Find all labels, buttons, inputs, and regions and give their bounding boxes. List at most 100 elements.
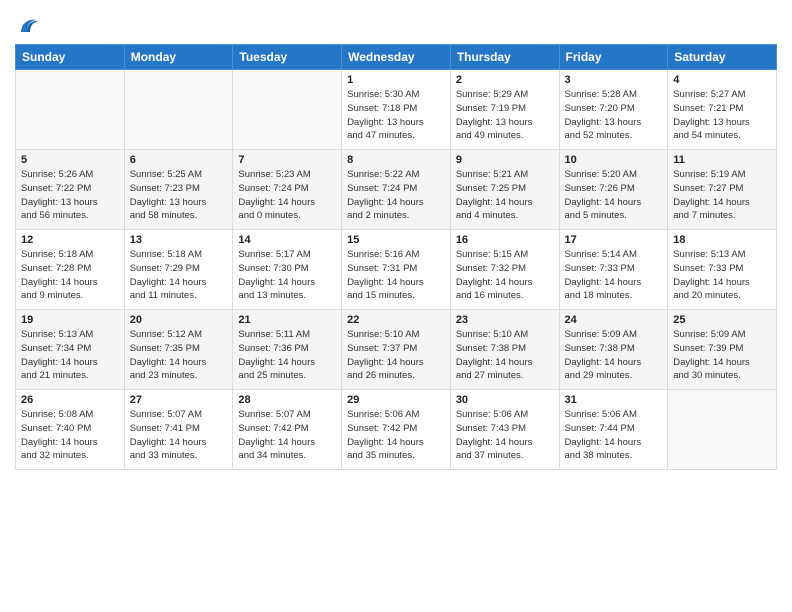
- logo: [15, 14, 39, 36]
- weekday-header-thursday: Thursday: [450, 45, 559, 70]
- day-info: Sunrise: 5:25 AM Sunset: 7:23 PM Dayligh…: [130, 168, 228, 223]
- calendar-cell: [124, 70, 233, 150]
- day-info: Sunrise: 5:26 AM Sunset: 7:22 PM Dayligh…: [21, 168, 119, 223]
- day-number: 17: [565, 234, 663, 246]
- day-info: Sunrise: 5:20 AM Sunset: 7:26 PM Dayligh…: [565, 168, 663, 223]
- day-info: Sunrise: 5:15 AM Sunset: 7:32 PM Dayligh…: [456, 248, 554, 303]
- calendar-week-4: 19 Sunrise: 5:13 AM Sunset: 7:34 PM Dayli…: [16, 310, 777, 390]
- day-info: Sunrise: 5:07 AM Sunset: 7:41 PM Dayligh…: [130, 408, 228, 463]
- weekday-header-sunday: Sunday: [16, 45, 125, 70]
- day-number: 15: [347, 234, 445, 246]
- day-info: Sunrise: 5:13 AM Sunset: 7:34 PM Dayligh…: [21, 328, 119, 383]
- calendar-week-1: 1Sunrise: 5:30 AM Sunset: 7:18 PM Daylig…: [16, 70, 777, 150]
- day-info: Sunrise: 5:18 AM Sunset: 7:29 PM Dayligh…: [130, 248, 228, 303]
- day-number: 27: [130, 394, 228, 406]
- page-header: [15, 10, 777, 36]
- day-number: 8: [347, 154, 445, 166]
- day-number: 22: [347, 314, 445, 326]
- calendar-cell: [668, 390, 777, 470]
- calendar-week-5: 26Sunrise: 5:08 AM Sunset: 7:40 PM Dayli…: [16, 390, 777, 470]
- calendar-header: SundayMondayTuesdayWednesdayThursdayFrid…: [16, 45, 777, 70]
- weekday-header-friday: Friday: [559, 45, 668, 70]
- calendar-cell: 29Sunrise: 5:06 AM Sunset: 7:42 PM Dayli…: [342, 390, 451, 470]
- day-info: Sunrise: 5:19 AM Sunset: 7:27 PM Dayligh…: [673, 168, 771, 223]
- day-info: Sunrise: 5:13 AM Sunset: 7:33 PM Dayligh…: [673, 248, 771, 303]
- day-number: 10: [565, 154, 663, 166]
- day-info: Sunrise: 5:09 AM Sunset: 7:39 PM Dayligh…: [673, 328, 771, 383]
- calendar-week-2: 5 Sunrise: 5:26 AM Sunset: 7:22 PM Daylig…: [16, 150, 777, 230]
- calendar-cell: 27 Sunrise: 5:07 AM Sunset: 7:41 PM Dayli…: [124, 390, 233, 470]
- day-number: 12: [21, 234, 119, 246]
- day-number: 13: [130, 234, 228, 246]
- day-number: 6: [130, 154, 228, 166]
- calendar-cell: 16 Sunrise: 5:15 AM Sunset: 7:32 PM Dayli…: [450, 230, 559, 310]
- calendar-cell: 8 Sunrise: 5:22 AM Sunset: 7:24 PM Daylig…: [342, 150, 451, 230]
- day-number: 16: [456, 234, 554, 246]
- day-number: 7: [238, 154, 336, 166]
- weekday-header-monday: Monday: [124, 45, 233, 70]
- day-info: Sunrise: 5:30 AM Sunset: 7:18 PM Dayligh…: [347, 88, 445, 143]
- calendar-cell: 11 Sunrise: 5:19 AM Sunset: 7:27 PM Dayli…: [668, 150, 777, 230]
- day-number: 9: [456, 154, 554, 166]
- day-info: Sunrise: 5:22 AM Sunset: 7:24 PM Dayligh…: [347, 168, 445, 223]
- day-info: Sunrise: 5:09 AM Sunset: 7:38 PM Dayligh…: [565, 328, 663, 383]
- day-info: Sunrise: 5:23 AM Sunset: 7:24 PM Dayligh…: [238, 168, 336, 223]
- weekday-header-tuesday: Tuesday: [233, 45, 342, 70]
- day-info: Sunrise: 5:10 AM Sunset: 7:37 PM Dayligh…: [347, 328, 445, 383]
- day-number: 28: [238, 394, 336, 406]
- day-info: Sunrise: 5:18 AM Sunset: 7:28 PM Dayligh…: [21, 248, 119, 303]
- day-number: 23: [456, 314, 554, 326]
- day-number: 14: [238, 234, 336, 246]
- calendar-cell: 9 Sunrise: 5:21 AM Sunset: 7:25 PM Daylig…: [450, 150, 559, 230]
- day-number: 11: [673, 154, 771, 166]
- day-number: 30: [456, 394, 554, 406]
- calendar-cell: 25Sunrise: 5:09 AM Sunset: 7:39 PM Dayli…: [668, 310, 777, 390]
- day-info: Sunrise: 5:12 AM Sunset: 7:35 PM Dayligh…: [130, 328, 228, 383]
- calendar-table: SundayMondayTuesdayWednesdayThursdayFrid…: [15, 44, 777, 470]
- day-info: Sunrise: 5:16 AM Sunset: 7:31 PM Dayligh…: [347, 248, 445, 303]
- calendar-cell: 20Sunrise: 5:12 AM Sunset: 7:35 PM Dayli…: [124, 310, 233, 390]
- day-number: 19: [21, 314, 119, 326]
- calendar-cell: 19 Sunrise: 5:13 AM Sunset: 7:34 PM Dayli…: [16, 310, 125, 390]
- logo-icon: [17, 14, 39, 36]
- calendar-cell: 13 Sunrise: 5:18 AM Sunset: 7:29 PM Dayli…: [124, 230, 233, 310]
- day-number: 24: [565, 314, 663, 326]
- day-info: Sunrise: 5:07 AM Sunset: 7:42 PM Dayligh…: [238, 408, 336, 463]
- day-number: 4: [673, 74, 771, 86]
- weekday-header-saturday: Saturday: [668, 45, 777, 70]
- calendar-cell: 7 Sunrise: 5:23 AM Sunset: 7:24 PM Daylig…: [233, 150, 342, 230]
- day-info: Sunrise: 5:28 AM Sunset: 7:20 PM Dayligh…: [565, 88, 663, 143]
- day-info: Sunrise: 5:06 AM Sunset: 7:42 PM Dayligh…: [347, 408, 445, 463]
- calendar-cell: 22 Sunrise: 5:10 AM Sunset: 7:37 PM Dayli…: [342, 310, 451, 390]
- calendar-cell: [16, 70, 125, 150]
- calendar-cell: 5 Sunrise: 5:26 AM Sunset: 7:22 PM Daylig…: [16, 150, 125, 230]
- calendar-cell: 31Sunrise: 5:06 AM Sunset: 7:44 PM Dayli…: [559, 390, 668, 470]
- day-info: Sunrise: 5:10 AM Sunset: 7:38 PM Dayligh…: [456, 328, 554, 383]
- calendar-cell: 30Sunrise: 5:06 AM Sunset: 7:43 PM Dayli…: [450, 390, 559, 470]
- calendar-cell: 14 Sunrise: 5:17 AM Sunset: 7:30 PM Dayli…: [233, 230, 342, 310]
- calendar-cell: 10 Sunrise: 5:20 AM Sunset: 7:26 PM Dayli…: [559, 150, 668, 230]
- weekday-header-wednesday: Wednesday: [342, 45, 451, 70]
- calendar-cell: 17Sunrise: 5:14 AM Sunset: 7:33 PM Dayli…: [559, 230, 668, 310]
- day-number: 31: [565, 394, 663, 406]
- day-number: 3: [565, 74, 663, 86]
- calendar-cell: 15 Sunrise: 5:16 AM Sunset: 7:31 PM Dayli…: [342, 230, 451, 310]
- day-number: 18: [673, 234, 771, 246]
- calendar-cell: [233, 70, 342, 150]
- calendar-cell: 1Sunrise: 5:30 AM Sunset: 7:18 PM Daylig…: [342, 70, 451, 150]
- calendar-cell: 2Sunrise: 5:29 AM Sunset: 7:19 PM Daylig…: [450, 70, 559, 150]
- calendar-cell: 18 Sunrise: 5:13 AM Sunset: 7:33 PM Dayli…: [668, 230, 777, 310]
- calendar-cell: 23 Sunrise: 5:10 AM Sunset: 7:38 PM Dayli…: [450, 310, 559, 390]
- day-info: Sunrise: 5:17 AM Sunset: 7:30 PM Dayligh…: [238, 248, 336, 303]
- calendar-week-3: 12 Sunrise: 5:18 AM Sunset: 7:28 PM Dayli…: [16, 230, 777, 310]
- calendar-cell: 28 Sunrise: 5:07 AM Sunset: 7:42 PM Dayli…: [233, 390, 342, 470]
- calendar-cell: 21Sunrise: 5:11 AM Sunset: 7:36 PM Dayli…: [233, 310, 342, 390]
- day-info: Sunrise: 5:27 AM Sunset: 7:21 PM Dayligh…: [673, 88, 771, 143]
- calendar-cell: 6 Sunrise: 5:25 AM Sunset: 7:23 PM Daylig…: [124, 150, 233, 230]
- day-number: 5: [21, 154, 119, 166]
- day-info: Sunrise: 5:21 AM Sunset: 7:25 PM Dayligh…: [456, 168, 554, 223]
- calendar-cell: 24 Sunrise: 5:09 AM Sunset: 7:38 PM Dayli…: [559, 310, 668, 390]
- day-info: Sunrise: 5:08 AM Sunset: 7:40 PM Dayligh…: [21, 408, 119, 463]
- calendar-cell: 3 Sunrise: 5:28 AM Sunset: 7:20 PM Daylig…: [559, 70, 668, 150]
- day-info: Sunrise: 5:29 AM Sunset: 7:19 PM Dayligh…: [456, 88, 554, 143]
